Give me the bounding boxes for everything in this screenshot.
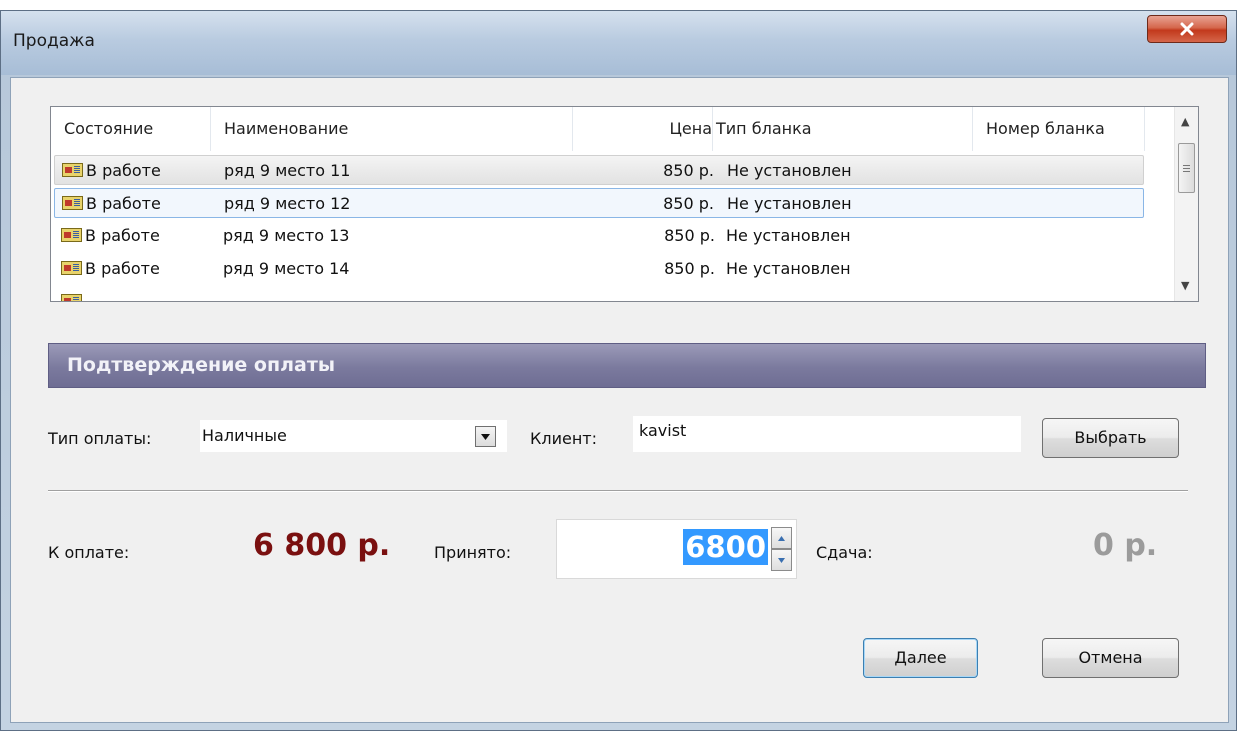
column-header-form-number[interactable]: Номер бланка <box>973 107 1145 151</box>
row-state: В работе <box>86 194 161 213</box>
arrow-up-icon <box>778 535 785 541</box>
column-header-state[interactable]: Состояние <box>51 107 211 151</box>
client-value: kavist <box>639 421 687 440</box>
row-name: ряд 9 место 13 <box>223 226 350 245</box>
column-header-price[interactable]: Цена <box>573 107 713 151</box>
section-title: Подтверждение оплаты <box>67 354 336 376</box>
ticket-icon <box>61 228 82 242</box>
client-label: Клиент: <box>530 429 597 448</box>
row-price: 850 р. <box>663 161 714 180</box>
row-name: ряд 9 место 12 <box>224 194 351 213</box>
change-value: 0 р. <box>1093 528 1158 563</box>
row-name: ряд 9 место 11 <box>224 161 351 180</box>
decrement-button[interactable] <box>771 549 792 571</box>
ticket-icon <box>62 163 83 177</box>
row-price: 850 р. <box>664 226 715 245</box>
change-label: Сдача: <box>816 543 873 562</box>
amount-due-label: К оплате: <box>48 543 130 562</box>
increment-button[interactable] <box>771 527 792 549</box>
row-price: 850 р. <box>664 259 715 278</box>
amount-due-value: 6 800 р. <box>253 528 391 563</box>
table-row[interactable]: В работе ряд 9 место 13 850 р. Не устано… <box>54 221 1144 251</box>
row-name: ряд 9 место 14 <box>223 259 350 278</box>
cancel-button[interactable]: Отмена <box>1042 638 1179 678</box>
title-bar: Продажа <box>1 11 1236 75</box>
next-button[interactable]: Далее <box>863 638 978 678</box>
ticket-icon <box>61 261 82 275</box>
choose-client-button[interactable]: Выбрать <box>1042 418 1179 458</box>
row-state: В работе <box>85 226 160 245</box>
close-button[interactable] <box>1147 15 1227 43</box>
table-row[interactable]: В работе ряд 9 место 12 850 р. Не устано… <box>54 188 1144 218</box>
payment-type-label: Тип оплаты: <box>48 429 152 448</box>
row-form-type: Не установлен <box>726 259 851 278</box>
row-state: В работе <box>86 161 161 180</box>
close-icon <box>1180 22 1194 36</box>
row-form-type: Не установлен <box>727 194 852 213</box>
scroll-down-icon[interactable]: ▼ <box>1181 279 1189 292</box>
chevron-down-icon <box>481 433 490 440</box>
dialog-body: Состояние Наименование Цена Тип бланка Н… <box>10 77 1229 723</box>
column-header-name[interactable]: Наименование <box>211 107 573 151</box>
grip-line <box>1183 168 1190 169</box>
row-form-type: Не установлен <box>726 226 851 245</box>
column-header-form-type[interactable]: Тип бланка <box>713 107 973 151</box>
payment-type-select[interactable]: Наличные <box>200 420 507 452</box>
table-row[interactable]: В работе ряд 9 место 11 850 р. Не устано… <box>54 155 1144 185</box>
accepted-amount-value: 6800 <box>683 529 768 565</box>
row-form-type: Не установлен <box>727 161 852 180</box>
row-price: 850 р. <box>663 194 714 213</box>
table-row-partial[interactable] <box>54 288 1144 301</box>
list-scrollbar[interactable]: ▲ ▼ <box>1174 107 1198 301</box>
client-field[interactable]: kavist <box>633 416 1021 452</box>
table-row[interactable]: В работе ряд 9 место 14 850 р. Не устано… <box>54 254 1144 284</box>
accepted-amount-field[interactable]: 6800 <box>556 519 797 579</box>
window-title: Продажа <box>13 31 95 51</box>
tickets-list[interactable]: Состояние Наименование Цена Тип бланка Н… <box>50 106 1199 302</box>
separator <box>48 490 1188 492</box>
list-header: Состояние Наименование Цена Тип бланка Н… <box>51 107 1175 151</box>
row-state: В работе <box>85 259 160 278</box>
accepted-label: Принято: <box>434 543 512 562</box>
grip-line <box>1183 171 1190 172</box>
payment-type-value: Наличные <box>202 426 287 445</box>
scroll-thumb[interactable] <box>1178 143 1195 193</box>
dropdown-button[interactable] <box>475 426 496 447</box>
sale-dialog: Продажа Состояние Наименование Цена Тип … <box>0 10 1237 731</box>
scroll-up-icon[interactable]: ▲ <box>1181 115 1189 128</box>
ticket-icon <box>62 196 83 210</box>
arrow-down-icon <box>778 557 785 563</box>
payment-section-header: Подтверждение оплаты <box>48 343 1206 388</box>
grip-line <box>1183 165 1190 166</box>
ticket-icon <box>61 294 82 301</box>
